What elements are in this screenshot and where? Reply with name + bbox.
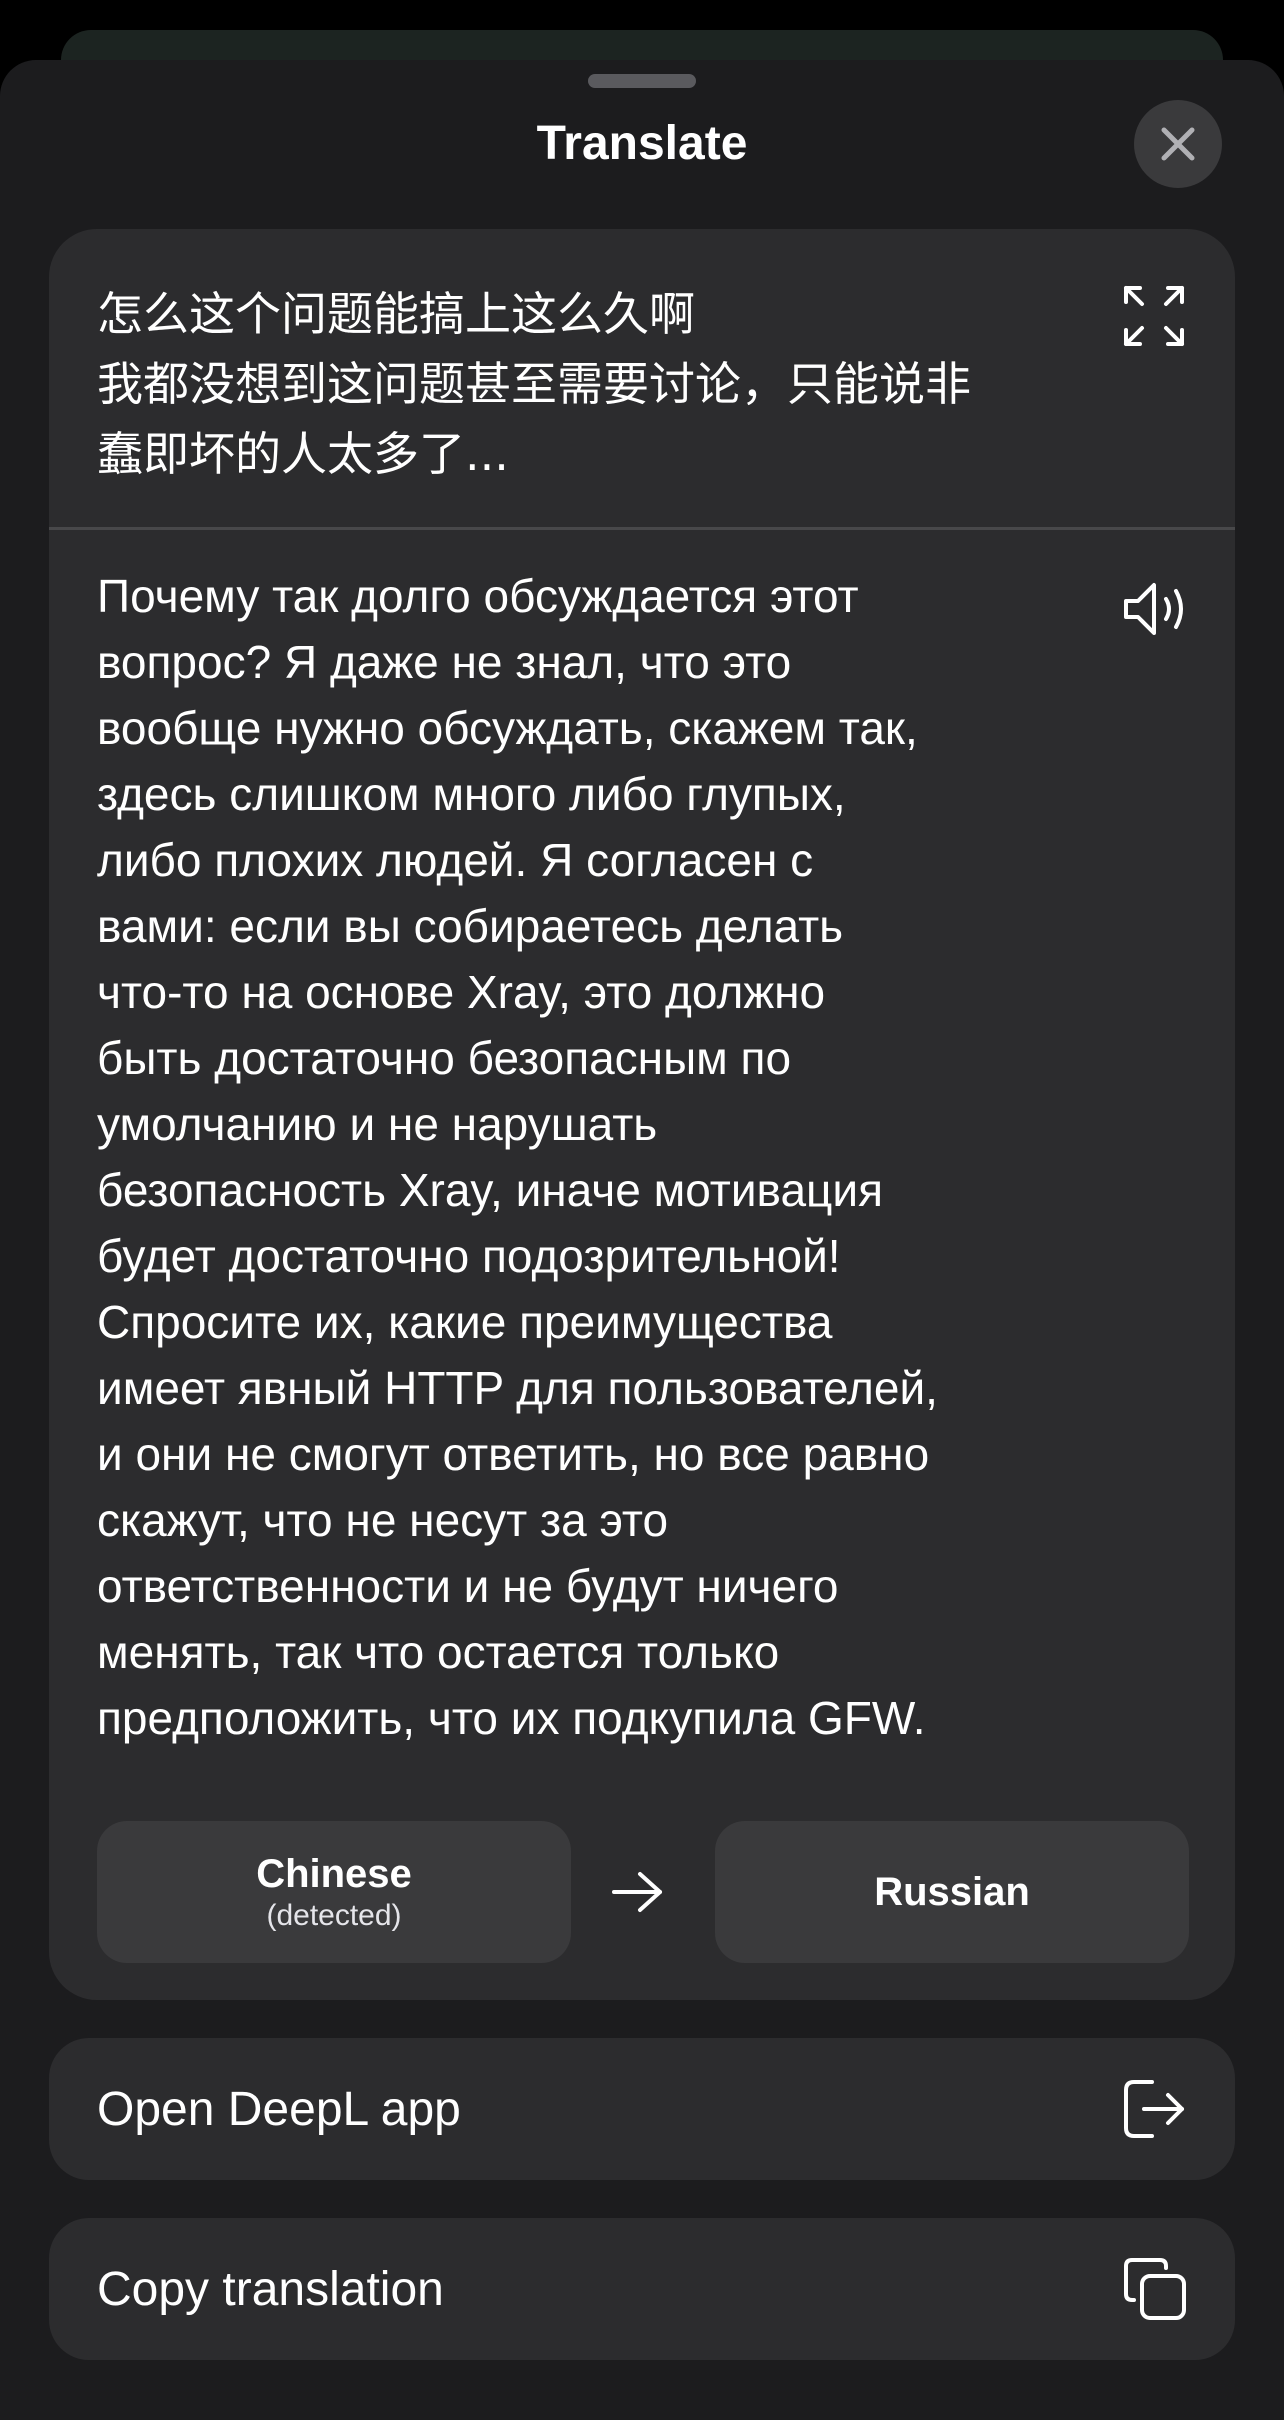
source-language-button[interactable]: Chinese (detected) <box>97 1821 571 1963</box>
expand-button[interactable] <box>1115 277 1193 355</box>
source-text: 怎么这个问题能搞上这么久啊 我都没想到这问题甚至需要讨论，只能说非 蠢即坏的人太… <box>97 287 971 481</box>
copy-translation-label: Copy translation <box>97 2262 444 2316</box>
translation-card: 怎么这个问题能搞上这么久啊 我都没想到这问题甚至需要讨论，只能说非 蠢即坏的人太… <box>49 229 1235 2000</box>
sheet-grabber[interactable] <box>588 74 696 88</box>
arrow-right-icon <box>612 1872 662 1912</box>
language-direction <box>605 1859 671 1925</box>
section-divider <box>49 527 1235 530</box>
source-language-name: Chinese <box>256 1852 412 1896</box>
speak-button[interactable] <box>1115 567 1199 651</box>
open-external-icon <box>1115 2069 1195 2149</box>
copy-icon <box>1115 2249 1195 2329</box>
expand-icon <box>1124 286 1184 346</box>
translation-text: Почему так долго обсуждается этот вопрос… <box>97 570 938 1744</box>
detected-label: (detected) <box>266 1899 402 1932</box>
open-deepl-app-button[interactable]: Open DeepL app <box>49 2038 1235 2180</box>
copy-translation-button[interactable]: Copy translation <box>49 2218 1235 2360</box>
speaker-icon <box>1124 583 1183 635</box>
close-button[interactable] <box>1134 100 1222 188</box>
target-language-button[interactable]: Russian <box>715 1821 1189 1963</box>
close-icon <box>1161 127 1195 161</box>
sheet-title: Translate <box>536 117 748 170</box>
target-language-name: Russian <box>874 1870 1030 1914</box>
open-deepl-app-label: Open DeepL app <box>97 2082 461 2136</box>
